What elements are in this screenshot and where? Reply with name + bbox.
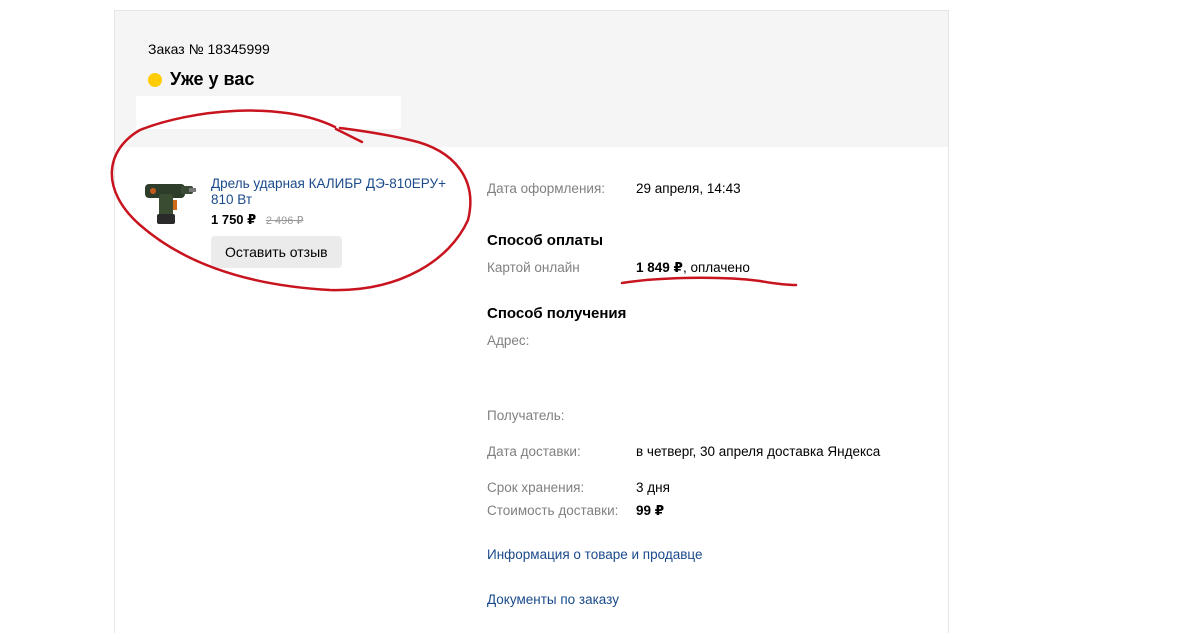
- payment-status: , оплачено: [682, 260, 750, 275]
- recipient-label: Получатель:: [487, 408, 565, 423]
- delivery-date-value: в четверг, 30 апреля доставка Яндекса: [636, 444, 881, 459]
- delivery-cost-value: 99 ₽: [636, 503, 665, 518]
- payment-section-title: Способ оплаты: [487, 232, 604, 249]
- price-row: 1 750 ₽ 2 496 ₽: [211, 212, 456, 228]
- delivery-cost-label: Стоимость доставки:: [487, 503, 619, 518]
- status-dot-icon: [148, 72, 162, 87]
- payment-method: Картой онлайн: [487, 260, 580, 275]
- seller-info-link[interactable]: Информация о товаре и продавце: [487, 547, 702, 562]
- payment-value: 1 849 ₽, оплачено: [636, 260, 750, 276]
- delivery-date-label: Дата доставки:: [487, 444, 581, 459]
- product-price: 1 750 ₽: [211, 212, 257, 227]
- delivery-section-title: Способ получения: [487, 305, 627, 322]
- order-documents-link[interactable]: Документы по заказу: [487, 592, 619, 607]
- order-number: Заказ № 18345999: [148, 41, 270, 57]
- leave-review-button[interactable]: Оставить отзыв: [211, 236, 342, 268]
- payment-amount: 1 849 ₽: [636, 260, 683, 275]
- product-title-link[interactable]: Дрель ударная КАЛИБР ДЭ-810ЕРУ+ 810 Вт: [211, 176, 456, 208]
- order-date-value: 29 апреля, 14:43: [636, 181, 741, 196]
- product-old-price: 2 496 ₽: [265, 215, 304, 227]
- redacted-bar: [136, 96, 401, 129]
- product-info: Дрель ударная КАЛИБР ДЭ-810ЕРУ+ 810 Вт 1…: [211, 176, 456, 268]
- order-header: Заказ № 18345999 Уже у вас: [115, 11, 948, 147]
- drill-image-icon[interactable]: [143, 176, 197, 226]
- status-text: Уже у вас: [170, 69, 255, 89]
- address-label: Адрес:: [487, 333, 530, 348]
- order-date-label: Дата оформления:: [487, 181, 605, 196]
- order-status: Уже у вас: [148, 69, 254, 90]
- storage-label: Срок хранения:: [487, 480, 585, 495]
- storage-value: 3 дня: [636, 480, 670, 495]
- order-card: Заказ № 18345999 Уже у вас Дрель ударная…: [114, 10, 949, 633]
